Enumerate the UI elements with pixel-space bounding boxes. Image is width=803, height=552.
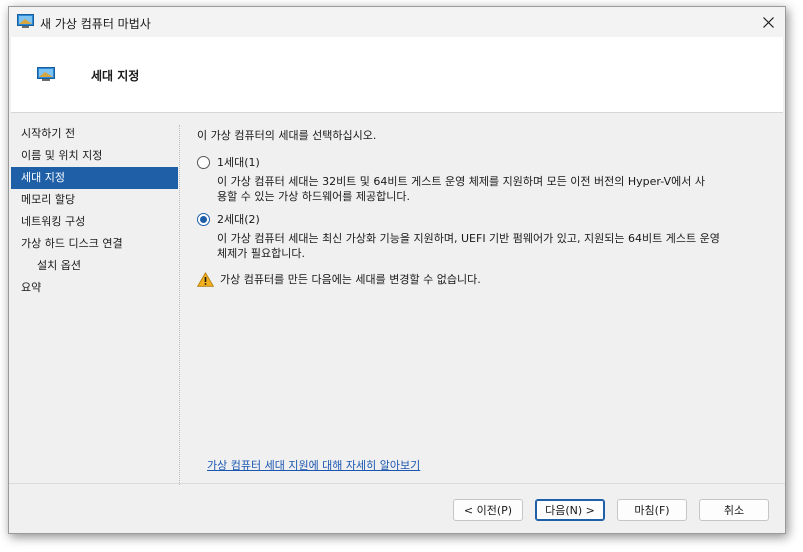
cancel-button[interactable]: 취소 xyxy=(699,499,769,521)
close-icon xyxy=(762,16,774,28)
generation-2-label[interactable]: 2세대(2) xyxy=(217,211,260,227)
generation-1-desc-line: 용할 수 있는 가상 하드웨어를 제공합니다. xyxy=(217,190,411,203)
warning-text: 가상 컴퓨터를 만든 다음에는 세대를 변경할 수 없습니다. xyxy=(220,273,481,286)
nav-divider xyxy=(179,125,181,485)
generation-1-description: 이 가상 컴퓨터 세대는 32비트 및 64비트 게스트 운영 체제를 지원하며… xyxy=(217,174,777,204)
warning-message: 가상 컴퓨터를 만든 다음에는 세대를 변경할 수 없습니다. xyxy=(197,271,481,287)
nav-item-generation[interactable]: 세대 지정 xyxy=(11,167,178,189)
generation-2-desc-line: 체제가 필요합니다. xyxy=(217,247,305,260)
next-button[interactable]: 다음(N) > xyxy=(535,499,605,521)
nav-item-virtual-hard-disk[interactable]: 가상 하드 디스크 연결 xyxy=(11,233,178,255)
close-button[interactable] xyxy=(751,7,785,37)
wizard-window: 새 가상 컴퓨터 마법사 세대 지정 시작하기 전 이름 및 위치 지정 세대 … xyxy=(8,6,786,534)
generation-panel: 이 가상 컴퓨터의 세대를 선택하십시오. 1세대(1) 이 가상 컴퓨터 세대… xyxy=(197,125,777,485)
generation-2-option[interactable]: 2세대(2) xyxy=(197,211,260,227)
virtual-machine-icon xyxy=(37,67,55,81)
nav-item-name-location[interactable]: 이름 및 위치 지정 xyxy=(11,145,178,167)
nav-item-install-options[interactable]: 설치 옵션 xyxy=(11,255,178,277)
wizard-header: 세대 지정 xyxy=(11,37,783,113)
generation-1-option[interactable]: 1세대(1) xyxy=(197,154,260,170)
virtual-machine-icon xyxy=(17,14,34,28)
generation-2-desc-line: 이 가상 컴퓨터 세대는 최신 가상화 기능을 지원하며, UEFI 기반 펌웨… xyxy=(217,232,720,245)
previous-button[interactable]: < 이전(P) xyxy=(453,499,523,521)
wizard-step-list: 시작하기 전 이름 및 위치 지정 세대 지정 메모리 할당 네트워킹 구성 가… xyxy=(11,123,178,483)
footer-divider xyxy=(9,483,785,484)
page-title: 세대 지정 xyxy=(91,69,140,83)
window-title: 새 가상 컴퓨터 마법사 xyxy=(40,17,151,31)
intro-text: 이 가상 컴퓨터의 세대를 선택하십시오. xyxy=(197,129,377,142)
warning-icon xyxy=(197,271,214,287)
finish-button[interactable]: 마침(F) xyxy=(617,499,687,521)
nav-item-before-you-begin[interactable]: 시작하기 전 xyxy=(11,123,178,145)
generation-2-description: 이 가상 컴퓨터 세대는 최신 가상화 기능을 지원하며, UEFI 기반 펌웨… xyxy=(217,231,777,261)
learn-more-link[interactable]: 가상 컴퓨터 세대 지원에 대해 자세히 알아보기 xyxy=(207,457,420,473)
title-bar: 새 가상 컴퓨터 마법사 xyxy=(9,7,785,37)
generation-2-radio[interactable] xyxy=(197,212,210,226)
generation-1-desc-line: 이 가상 컴퓨터 세대는 32비트 및 64비트 게스트 운영 체제를 지원하며… xyxy=(217,175,705,188)
generation-1-label[interactable]: 1세대(1) xyxy=(217,154,260,170)
nav-item-networking[interactable]: 네트워킹 구성 xyxy=(11,211,178,233)
nav-item-memory[interactable]: 메모리 할당 xyxy=(11,189,178,211)
generation-1-radio[interactable] xyxy=(197,155,210,169)
nav-item-summary[interactable]: 요약 xyxy=(11,277,178,299)
